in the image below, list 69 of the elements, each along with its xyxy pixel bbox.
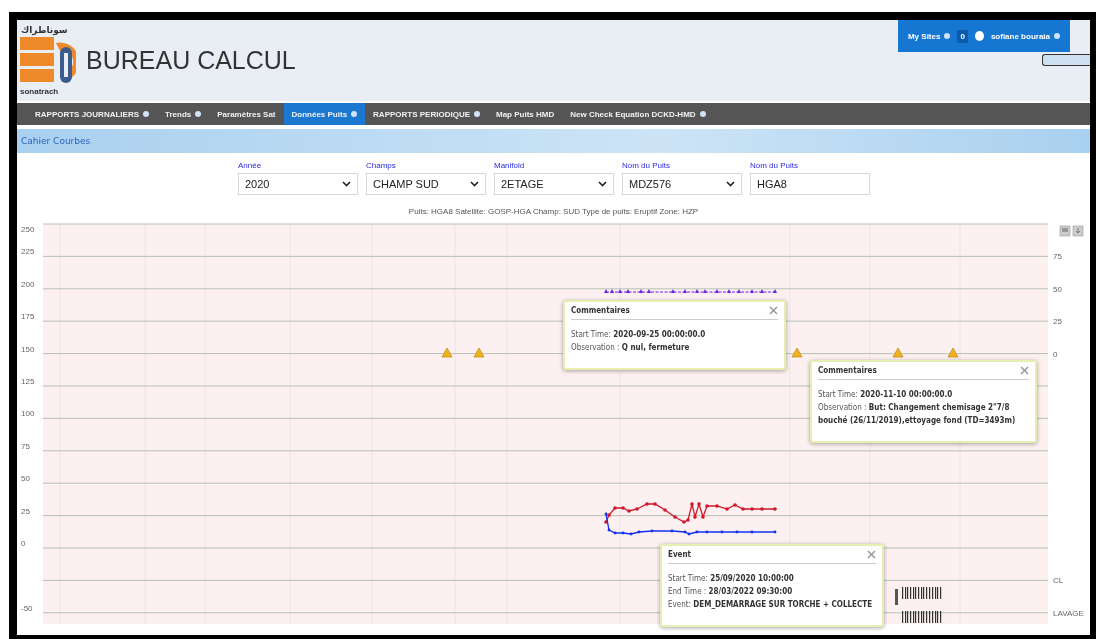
chart-caption: Puits: HGA8 Satellite: GOSP-HGA Champ: SUD Type de puits: Eruptif Zone: HZP xyxy=(407,207,700,216)
popup-line: Observation : But: Changement chemisage 2"7/8 bouché (26/11/2019),ettoyage fond (TD=3493m) xyxy=(818,402,1017,427)
popup-line: Start Time: 2020-11-10 00:00:00.0 xyxy=(818,389,954,401)
nav-item[interactable]: Map Puits HMD xyxy=(488,103,563,125)
logo-text: سوناطراك xyxy=(21,24,68,35)
field-label: Année xyxy=(238,161,263,170)
axis-label: 225 xyxy=(21,247,35,257)
my-sites-menu[interactable]: My Sites xyxy=(907,31,951,41)
field-label: Manifold xyxy=(494,161,526,170)
caret-icon xyxy=(726,181,735,187)
warning-icon xyxy=(791,347,803,358)
axis-label: 100 xyxy=(21,409,35,419)
popup-line: Start Time: 25/09/2020 10:00:00 xyxy=(668,573,795,585)
warning-icon xyxy=(947,347,959,358)
warning-icon xyxy=(473,347,485,358)
nav-item[interactable]: RAPPORTS PERIODIQUE xyxy=(365,103,488,125)
select-field[interactable]: 2ETAGE xyxy=(494,173,614,195)
axis-label: 50 xyxy=(21,474,30,484)
select-field[interactable]: 2020 xyxy=(238,173,358,195)
popup-line: Observation : Q nul, fermeture xyxy=(571,342,691,354)
nav-item[interactable]: New Check Equation DCKD-HMD xyxy=(562,103,714,125)
barcode-drawing xyxy=(895,587,942,623)
popup-line: End Time : 28/03/2022 09:30:00 xyxy=(668,586,794,598)
axis-label: 25 xyxy=(1053,317,1062,327)
select-field[interactable]: CHAMP SUD xyxy=(366,173,486,195)
popup-line: Start Time: 2020-09-25 00:00:00.0 xyxy=(571,329,707,341)
nav-item[interactable]: Trends xyxy=(157,103,210,125)
close-icon[interactable] xyxy=(769,306,778,315)
axis-label: 75 xyxy=(1053,252,1062,262)
nav-item[interactable]: Paramètres Sat xyxy=(209,103,284,125)
axis-label: 150 xyxy=(21,344,35,354)
download-icon xyxy=(1072,225,1084,237)
popup-title: Commentaires xyxy=(818,366,877,375)
app-title: BUREAU CALCUL xyxy=(86,46,296,75)
nav-item[interactable]: Données Puits xyxy=(283,103,366,125)
axis-label: 75 xyxy=(21,441,30,451)
count-badge: 0 xyxy=(957,29,968,43)
axis-label: 25 xyxy=(21,506,30,516)
axis-label: 50 xyxy=(1053,284,1062,294)
axis-label: 175 xyxy=(21,312,35,322)
close-icon[interactable] xyxy=(1020,366,1029,375)
close-icon[interactable] xyxy=(867,550,876,559)
field-label: Nom du Puits xyxy=(622,161,672,170)
axis-label: -50 xyxy=(21,603,33,613)
caret-icon xyxy=(598,181,607,187)
section-title: Cahier Courbes xyxy=(21,136,91,146)
popup-title: Commentaires xyxy=(571,306,630,315)
axis-label: LAVAGE xyxy=(1053,608,1084,618)
logo-text: sonatrach xyxy=(20,86,59,96)
popup-title: Event xyxy=(668,550,692,559)
popup-line: Event: DEM_DEMARRAGE SUR TORCHE + COLLECTE xyxy=(668,599,874,611)
axis-label: 0 xyxy=(21,539,26,548)
axis-label: 125 xyxy=(21,377,35,386)
warning-icon xyxy=(441,347,453,358)
axis-label: 0 xyxy=(1053,349,1058,359)
select-field[interactable]: MDZ576 xyxy=(622,173,742,195)
print-icon xyxy=(1059,225,1071,237)
axis-label: CL xyxy=(1053,576,1064,586)
user-menu[interactable]: sofiane bouraia xyxy=(990,31,1060,41)
warning-icon xyxy=(892,347,904,358)
avatar-icon xyxy=(974,31,984,41)
axis-label: 250 xyxy=(21,225,35,234)
caret-icon xyxy=(342,181,351,187)
nav-item[interactable]: RAPPORTS JOURNALIERS xyxy=(27,103,157,125)
field-label: Champs xyxy=(366,161,397,170)
input-field[interactable]: HGA8 xyxy=(750,173,870,195)
caret-icon xyxy=(470,181,479,187)
axis-label: 200 xyxy=(21,279,35,289)
field-label: Nom du Puits xyxy=(750,161,800,170)
